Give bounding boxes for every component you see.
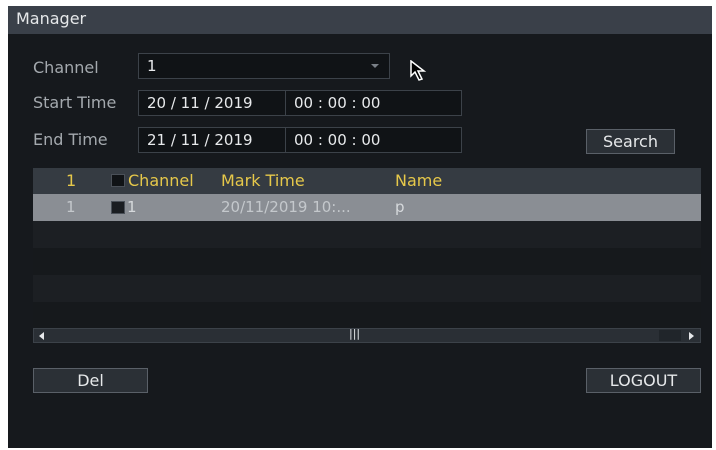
row-index: 1	[66, 198, 76, 216]
end-time-field[interactable]: 00 : 00 : 00	[285, 127, 462, 153]
empty-row	[33, 302, 701, 328]
channel-select[interactable]: 1	[138, 53, 390, 79]
channel-label: Channel	[33, 58, 99, 77]
end-time-label: End Time	[33, 130, 108, 149]
scroll-right-icon[interactable]	[689, 332, 694, 340]
row-name: p	[395, 198, 405, 216]
end-date-field[interactable]: 21 / 11 / 2019	[138, 127, 286, 153]
empty-row	[33, 248, 701, 275]
empty-row	[33, 221, 701, 248]
header-mark-time[interactable]: Mark Time	[221, 171, 305, 190]
window-title: Manager	[8, 6, 712, 34]
header-index: 1	[66, 171, 77, 190]
row-checkbox[interactable]	[111, 201, 125, 214]
scroll-thumb[interactable]: |||	[349, 327, 360, 340]
row-mark-time: 20/11/2019 10:...	[221, 198, 351, 216]
header-name[interactable]: Name	[395, 171, 442, 190]
mouse-cursor-icon	[410, 60, 427, 81]
manager-window: Manager Channel 1 Start Time 20 / 11 / 2…	[8, 6, 712, 448]
start-date-field[interactable]: 20 / 11 / 2019	[138, 90, 286, 116]
start-time-field[interactable]: 00 : 00 : 00	[285, 90, 462, 116]
horizontal-scrollbar[interactable]: |||	[33, 327, 701, 343]
results-table: 1 Channel Mark Time Name 1 1 20/11/2019 …	[33, 168, 701, 343]
logout-button[interactable]: LOGOUT	[586, 368, 701, 393]
row-channel: 1	[127, 198, 137, 216]
start-time-label: Start Time	[33, 93, 117, 112]
empty-row	[33, 275, 701, 302]
del-button[interactable]: Del	[33, 368, 148, 393]
select-all-checkbox[interactable]	[111, 174, 125, 187]
table-header: 1 Channel Mark Time Name	[33, 168, 701, 194]
search-button[interactable]: Search	[586, 129, 675, 154]
scroll-left-icon[interactable]	[39, 332, 44, 340]
scroll-track-end	[659, 330, 681, 341]
table-row[interactable]: 1 1 20/11/2019 10:... p	[33, 194, 701, 221]
chevron-down-icon	[371, 64, 379, 68]
channel-select-value: 1	[147, 57, 157, 75]
header-channel[interactable]: Channel	[128, 171, 194, 190]
